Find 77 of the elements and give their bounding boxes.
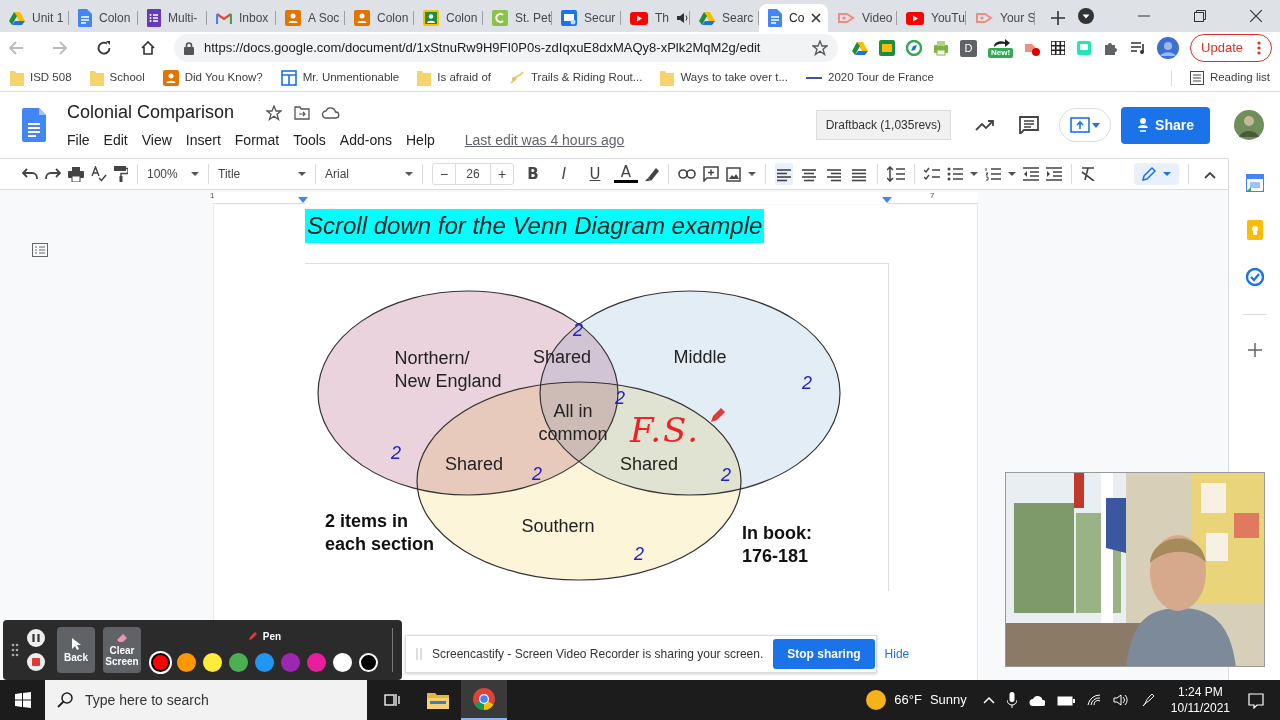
- region-label: Southern: [521, 514, 595, 538]
- note-text: In book: 176-181: [742, 522, 812, 568]
- menu-item[interactable]: Help: [406, 130, 435, 151]
- clock-time[interactable]: 1:24 PM: [1178, 684, 1223, 700]
- decrease-size-button[interactable]: −: [433, 164, 455, 184]
- reading-list-button[interactable]: Reading list: [1189, 68, 1270, 87]
- hide-link[interactable]: Hide: [884, 645, 910, 663]
- browser-tab[interactable]: Colon: [69, 4, 138, 32]
- note-text: 2 items in each section: [325, 510, 435, 556]
- region-label: Northern/ New England: [394, 347, 502, 393]
- handwritten-annotation: F.S.: [630, 408, 700, 452]
- region-label: Shared: [445, 452, 503, 476]
- browser-tab[interactable]: Th: [621, 4, 690, 32]
- menu-item[interactable]: Format: [234, 130, 280, 151]
- browser-tab[interactable]: Searc: [690, 4, 759, 32]
- menu-item[interactable]: File: [67, 130, 90, 151]
- extension-button[interactable]: D: [959, 39, 977, 57]
- style-dropdown[interactable]: Title: [218, 165, 306, 183]
- font-dropdown[interactable]: Arial: [325, 165, 413, 183]
- browser-tab[interactable]: YouTu: [897, 4, 966, 32]
- last-edit-link[interactable]: Last edit was 4 hours ago: [464, 130, 625, 151]
- menu-item[interactable]: Edit: [103, 130, 128, 151]
- browser-tab[interactable]: Secur: [552, 4, 621, 32]
- document-title[interactable]: Colonial Comparison: [67, 99, 235, 126]
- browser-tab[interactable]: Inbox: [207, 4, 276, 32]
- pen-label: Pen: [262, 629, 282, 644]
- region-label: Middle: [673, 345, 727, 369]
- stop-sharing-button[interactable]: Stop sharing: [773, 639, 875, 669]
- browser-tab[interactable]: Video: [828, 4, 897, 32]
- bookmark[interactable]: 2020 Tour de France: [806, 68, 934, 87]
- clear-screen-button[interactable]: Clear Screen: [103, 627, 141, 673]
- ruler-number: 7: [930, 190, 935, 202]
- browser-tab[interactable]: Colon: [414, 4, 483, 32]
- count-label: 2: [391, 441, 401, 465]
- bold-button[interactable]: B: [521, 162, 545, 186]
- browser-tab[interactable]: A Soc: [276, 4, 345, 32]
- browser-tab[interactable]: Colon: [345, 4, 414, 32]
- browser-tab[interactable]: Unit 1: [0, 4, 69, 32]
- browser-tab[interactable]: Co: [759, 4, 828, 32]
- font-size-field[interactable]: 26: [455, 164, 491, 184]
- count-label: 2: [634, 542, 644, 566]
- bookmark[interactable]: ISD 508: [10, 68, 72, 87]
- count-label: 2: [802, 371, 812, 395]
- increase-size-button[interactable]: +: [491, 164, 513, 184]
- menu-item[interactable]: View: [141, 130, 172, 151]
- url-text: https://docs.google.com/document/d/1xStnuRw9H9FI0P0s-zdIqxuE8dxMAQy8-xPlk2MqM2g/edit: [204, 39, 762, 58]
- text-color-button[interactable]: A: [614, 165, 638, 183]
- temperature-text[interactable]: 66°F: [894, 690, 922, 710]
- zoom-dropdown[interactable]: 100%: [147, 165, 199, 183]
- count-label: 2: [532, 462, 542, 486]
- new-badge: New!: [987, 48, 1014, 58]
- bookmark[interactable]: Ways to take over t...: [660, 68, 788, 87]
- browser-tab[interactable]: Multi-: [138, 4, 207, 32]
- weather-text[interactable]: Sunny: [929, 690, 967, 710]
- bookmark[interactable]: Is afraid of: [417, 68, 491, 87]
- underline-button[interactable]: U: [583, 162, 607, 186]
- sharing-message: Screencastify - Screen Video Recorder is sharing your screen.: [432, 646, 764, 663]
- menu-item[interactable]: Tools: [293, 130, 326, 151]
- taskbar-search-field[interactable]: Type here to search: [83, 688, 363, 712]
- browser-tab[interactable]: St. Pet: [483, 4, 552, 32]
- region-label: Shared: [620, 452, 678, 476]
- bookmark[interactable]: Mr. Unmentionable: [280, 68, 400, 87]
- menu-item[interactable]: Insert: [185, 130, 221, 151]
- highlighted-heading: Scroll down for the Venn Diagram example: [305, 209, 765, 243]
- back-button[interactable]: Back: [57, 627, 95, 673]
- menu-item[interactable]: Add-ons: [339, 130, 392, 151]
- ruler-number: 1: [210, 190, 215, 202]
- clock-date[interactable]: 10/11/2021: [1170, 700, 1230, 716]
- count-label: 2: [721, 463, 731, 487]
- share-button[interactable]: Share: [1121, 106, 1210, 144]
- draftback-button[interactable]: Draftback (1,035revs): [815, 110, 952, 140]
- address-bar[interactable]: https://docs.google.com/document/d/1xStnuRw9H9FI0P0s-zdIqxuE8dxMAQy8-xPlk2MqM2g/edit: [174, 34, 838, 62]
- search-box[interactable]: Type here to search: [45, 680, 367, 720]
- bookmark[interactable]: School: [89, 68, 145, 87]
- bookmark[interactable]: Trails & Riding Rout...: [509, 68, 643, 87]
- bookmark[interactable]: Did You Know?: [162, 68, 263, 87]
- italic-button[interactable]: I: [552, 162, 576, 186]
